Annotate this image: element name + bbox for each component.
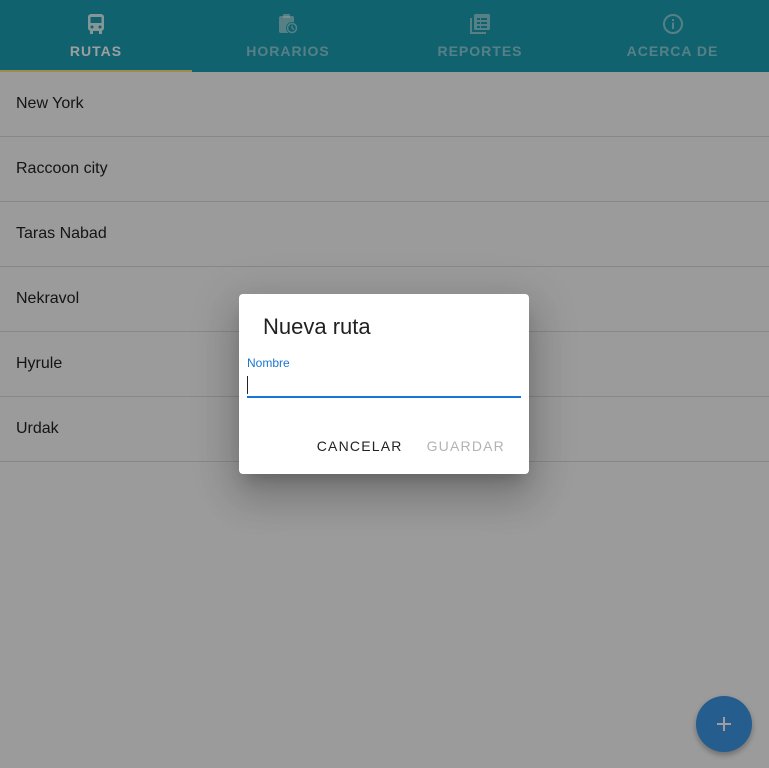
save-button[interactable]: GUARDAR	[419, 432, 513, 460]
name-field: Nombre	[247, 354, 521, 402]
name-field-label: Nombre	[247, 356, 290, 370]
app: RUTAS HORARIOS REPORTES ACERCA DE New Yo…	[0, 0, 769, 768]
text-caret	[247, 376, 248, 394]
dialog-title: Nueva ruta	[263, 314, 371, 339]
cancel-button[interactable]: CANCELAR	[309, 432, 411, 460]
new-route-dialog: Nueva ruta Nombre CANCELAR GUARDAR	[239, 294, 529, 474]
dialog-actions: CANCELAR GUARDAR	[309, 432, 513, 460]
name-input[interactable]	[247, 372, 521, 398]
